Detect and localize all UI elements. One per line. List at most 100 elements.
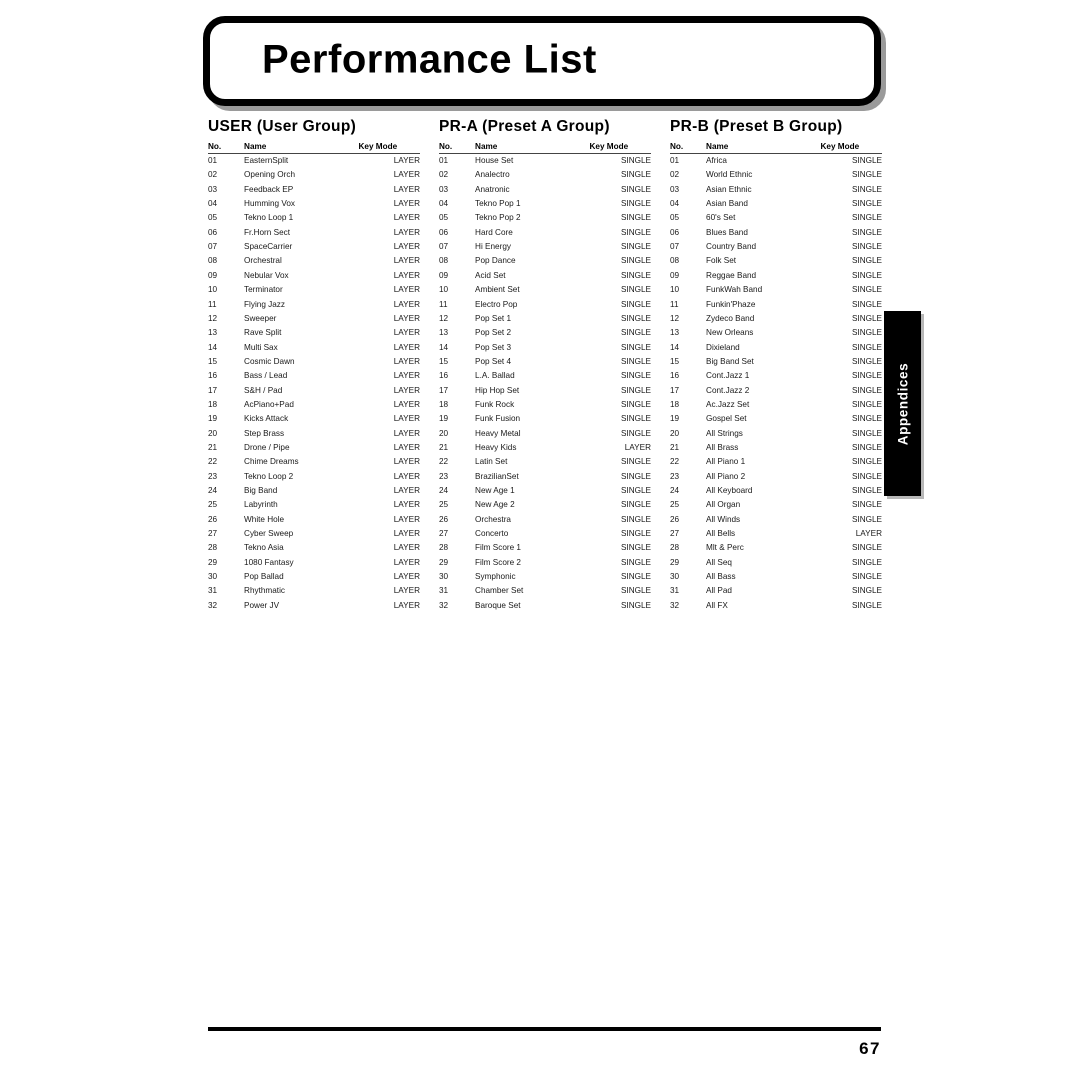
table-row: 24 New Age 1 SINGLE <box>439 484 651 498</box>
table-row: 02 Analectro SINGLE <box>439 168 651 182</box>
cell-key-mode: LAYER <box>393 371 420 381</box>
cell-key-mode: LAYER <box>393 242 420 252</box>
cell-number: 17 <box>670 385 680 395</box>
cell-key-mode: LAYER <box>393 600 420 610</box>
table-row: 25 New Age 2 SINGLE <box>439 498 651 512</box>
cell-name: Funk Rock <box>475 399 515 409</box>
cell-key-mode: SINGLE <box>620 184 651 194</box>
cell-key-mode: SINGLE <box>620 270 651 280</box>
cell-number: 06 <box>670 227 680 237</box>
cell-key-mode: LAYER <box>393 442 420 452</box>
table-row: 25 All Organ SINGLE <box>670 498 882 512</box>
table-row: 29 1080 Fantasy LAYER <box>208 556 420 570</box>
cell-key-mode: SINGLE <box>851 285 882 295</box>
cell-number: 23 <box>670 471 680 481</box>
cell-number: 19 <box>670 414 680 424</box>
footer-divider <box>208 1027 881 1031</box>
table-row: 17 S&H / Pad LAYER <box>208 384 420 398</box>
cell-key-mode: SINGLE <box>851 356 882 366</box>
cell-key-mode: SINGLE <box>620 485 651 495</box>
cell-number: 12 <box>439 313 449 323</box>
cell-name: Terminator <box>244 285 283 295</box>
column-header-key-mode: Key Mode <box>358 142 420 155</box>
cell-key-mode: SINGLE <box>620 299 651 309</box>
cell-name: White Hole <box>244 514 285 524</box>
cell-key-mode: LAYER <box>393 313 420 323</box>
table-row: 08 Folk Set SINGLE <box>670 254 882 268</box>
cell-key-mode: SINGLE <box>620 500 651 510</box>
cell-name: Acid Set <box>475 270 506 280</box>
cell-key-mode: SINGLE <box>851 485 882 495</box>
cell-key-mode: SINGLE <box>620 600 651 610</box>
table-row: 04 Asian Band SINGLE <box>670 197 882 211</box>
cell-name: Nebular Vox <box>244 270 289 280</box>
table-row: 19 Funk Fusion SINGLE <box>439 412 651 426</box>
cell-name: Tekno Asia <box>244 543 284 553</box>
cell-number: 21 <box>670 442 680 452</box>
cell-key-mode: SINGLE <box>851 600 882 610</box>
cell-key-mode: LAYER <box>393 543 420 553</box>
cell-number: 30 <box>439 572 449 582</box>
table-row: 18 Ac.Jazz Set SINGLE <box>670 398 882 412</box>
cell-number: 27 <box>670 529 680 538</box>
cell-number: 28 <box>208 543 218 553</box>
group-title-pr-a: PR-A (Preset A Group) <box>439 118 610 135</box>
table-row: 26 All Winds SINGLE <box>670 513 882 527</box>
cell-key-mode: SINGLE <box>620 213 651 223</box>
cell-number: 07 <box>670 242 680 252</box>
table-row: 11 Funkin'Phaze SINGLE <box>670 298 882 312</box>
cell-name: Tekno Pop 1 <box>475 199 521 209</box>
cell-number: 12 <box>208 313 218 323</box>
performance-rows-pr-a: 01 House Set SINGLE 02 Analectro SINGLE 03 Anat… <box>439 154 651 614</box>
cell-name: All Bells <box>706 529 736 538</box>
cell-name: Film Score 1 <box>475 543 521 553</box>
cell-number: 04 <box>208 199 218 209</box>
column-header-no: No. <box>670 142 707 155</box>
cell-name: Rave Split <box>244 328 282 338</box>
cell-name: Tekno Loop 2 <box>244 471 294 481</box>
table-row: 22 All Piano 1 SINGLE <box>670 455 882 469</box>
cell-key-mode: SINGLE <box>851 371 882 381</box>
table-row: 07 SpaceCarrier LAYER <box>208 240 420 254</box>
table-header-row: No. Name Key Mode <box>670 142 882 155</box>
cell-number: 30 <box>670 572 680 582</box>
cell-key-mode: SINGLE <box>851 199 882 209</box>
cell-number: 10 <box>670 285 680 295</box>
cell-key-mode: LAYER <box>393 199 420 209</box>
performance-rows-pr-b: 01 Africa SINGLE 02 World Ethnic SINGLE 03 Asia… <box>670 154 882 614</box>
cell-name: Sweeper <box>244 313 277 323</box>
cell-name: EasternSplit <box>244 156 289 166</box>
cell-number: 03 <box>208 184 218 194</box>
page-number: 67 <box>859 1039 881 1058</box>
cell-number: 06 <box>208 227 218 237</box>
cell-key-mode: LAYER <box>393 485 420 495</box>
table-row: 08 Orchestral LAYER <box>208 254 420 268</box>
cell-name: Humming Vox <box>244 199 295 209</box>
cell-key-mode: SINGLE <box>851 414 882 424</box>
cell-number: 17 <box>208 385 218 395</box>
cell-key-mode: SINGLE <box>851 313 882 323</box>
cell-key-mode: SINGLE <box>851 586 882 596</box>
cell-name: AcPiano+Pad <box>244 399 294 409</box>
table-row: 04 Tekno Pop 1 SINGLE <box>439 197 651 211</box>
table-header-row: No. Name Key Mode <box>208 142 420 155</box>
cell-key-mode: SINGLE <box>851 227 882 237</box>
cell-name: Rhythmatic <box>244 586 285 596</box>
section-tab-appendices: Appendices <box>884 311 921 496</box>
cell-number: 24 <box>208 485 218 495</box>
table-row: 17 Hip Hop Set SINGLE <box>439 384 651 398</box>
cell-key-mode: SINGLE <box>851 471 882 481</box>
cell-name: L.A. Ballad <box>475 371 515 381</box>
cell-key-mode: SINGLE <box>851 385 882 395</box>
table-row: 19 Kicks Attack LAYER <box>208 412 420 426</box>
table-row: 21 Heavy Kids LAYER <box>439 441 651 455</box>
cell-key-mode: LAYER <box>393 471 420 481</box>
table-row: 23 BrazilianSet SINGLE <box>439 470 651 484</box>
cell-key-mode: SINGLE <box>620 256 651 266</box>
cell-key-mode: SINGLE <box>620 385 651 395</box>
cell-key-mode: LAYER <box>393 170 420 180</box>
cell-number: 09 <box>439 270 449 280</box>
cell-key-mode: LAYER <box>393 572 420 582</box>
cell-name: SpaceCarrier <box>244 242 293 252</box>
cell-name: All Piano 1 <box>706 457 746 467</box>
